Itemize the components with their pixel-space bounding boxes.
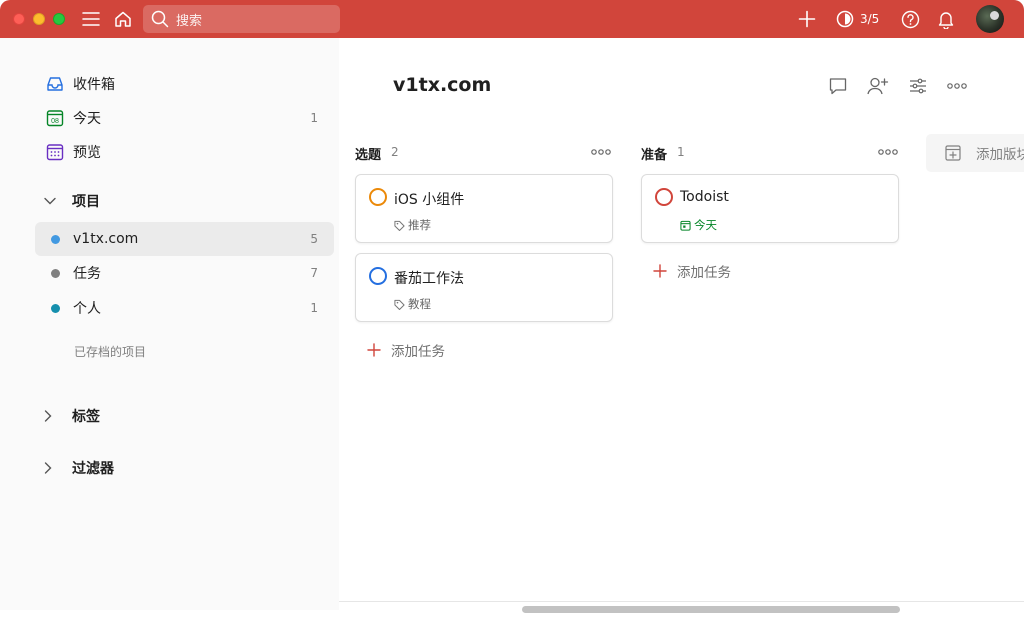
minimize-window-button[interactable] [33, 13, 45, 25]
comment-icon[interactable] [827, 75, 849, 97]
horizontal-scroll-thumb[interactable] [522, 606, 900, 613]
sidebar-item-label: 个人 [73, 301, 101, 317]
task-card[interactable]: iOS 小组件 推荐 [355, 174, 613, 243]
karma-progress[interactable]: 3/5 [836, 9, 879, 29]
sidebar-project-tasks[interactable]: 任务 7 [35, 256, 334, 290]
add-task-label: 添加任务 [391, 344, 445, 360]
filters-section-toggle[interactable]: 过滤器 [44, 456, 114, 480]
sidebar-item-count: 1 [310, 111, 318, 125]
sidebar-item-upcoming[interactable]: 预览 [35, 135, 334, 169]
section-more-icon[interactable] [590, 143, 612, 161]
projects-heading: 项目 [72, 194, 100, 210]
plus-icon [367, 343, 381, 357]
sidebar-item-label: v1tx.com [73, 231, 139, 247]
karma-text: 3/5 [860, 12, 880, 26]
task-checkbox[interactable] [369, 188, 387, 206]
search-icon [150, 9, 170, 29]
bell-icon[interactable] [936, 9, 956, 29]
labels-heading: 标签 [72, 409, 100, 425]
calendar-icon [680, 220, 691, 231]
task-label-text: 推荐 [408, 218, 431, 232]
plus-icon [653, 264, 667, 278]
sidebar-item-label: 任务 [73, 266, 101, 282]
task-name: Todoist [680, 189, 729, 205]
task-name: iOS 小组件 [394, 192, 465, 208]
add-section-label: 添加版块 [976, 147, 1024, 163]
task-name: 番茄工作法 [394, 271, 464, 287]
sidebar-bottom-strip [0, 610, 339, 617]
page-title: v1tx.com [393, 74, 492, 96]
sidebar-item-count: 5 [310, 232, 318, 246]
tag-icon [394, 220, 405, 231]
sidebar-item-count: 7 [310, 266, 318, 280]
sidebar-item-today[interactable]: 08 今天 1 [35, 101, 334, 135]
menu-icon[interactable] [81, 9, 101, 29]
sidebar-project-v1tx[interactable]: v1tx.com 5 [35, 222, 334, 256]
labels-section-toggle[interactable]: 标签 [44, 404, 100, 428]
add-task-button[interactable]: 添加任务 [653, 260, 731, 282]
search-bar[interactable]: 搜索 [143, 5, 340, 33]
sidebar-item-inbox[interactable]: 收件箱 [35, 67, 334, 101]
task-checkbox[interactable] [655, 188, 673, 206]
add-task-button[interactable]: 添加任务 [367, 339, 445, 361]
project-color-dot [50, 234, 60, 244]
task-label-text: 教程 [408, 297, 431, 311]
section-more-icon[interactable] [877, 143, 899, 161]
title-bar: 搜索 3/5 [0, 0, 1024, 38]
task-due-date[interactable]: 今天 [680, 217, 717, 233]
section-count: 2 [391, 145, 399, 159]
sidebar-item-label: 今天 [73, 111, 101, 127]
task-label[interactable]: 教程 [394, 296, 431, 312]
section-count: 1 [677, 145, 685, 159]
home-icon[interactable] [113, 9, 133, 29]
project-color-dot [50, 303, 60, 313]
sidebar: 收件箱 08 今天 1 预览 项目 v1tx.com 5 任务 7 个人 1 已… [0, 38, 339, 610]
help-icon[interactable] [900, 9, 920, 29]
inbox-icon [43, 72, 67, 96]
sidebar-item-count: 1 [310, 301, 318, 315]
chevron-down-icon [44, 197, 62, 205]
chevron-right-icon [44, 462, 62, 474]
chevron-right-icon [44, 410, 62, 422]
task-card[interactable]: Todoist 今天 [641, 174, 899, 243]
avatar[interactable] [976, 5, 1004, 33]
add-section-button[interactable]: 添加版块 [926, 134, 1024, 172]
task-label[interactable]: 推荐 [394, 217, 431, 233]
view-settings-icon[interactable] [907, 75, 929, 97]
zoom-window-button[interactable] [53, 13, 65, 25]
sidebar-item-label: 预览 [73, 145, 101, 161]
sidebar-project-personal[interactable]: 个人 1 [35, 291, 334, 325]
task-due-text: 今天 [694, 218, 717, 232]
filters-heading: 过滤器 [72, 461, 114, 477]
section-title: 选题 [355, 148, 382, 163]
project-color-dot [50, 268, 60, 278]
more-icon[interactable] [946, 75, 968, 97]
add-icon[interactable] [797, 9, 817, 29]
section-title: 准备 [641, 148, 668, 163]
search-input[interactable]: 搜索 [176, 10, 202, 29]
karma-icon [836, 10, 854, 28]
task-card[interactable]: 番茄工作法 教程 [355, 253, 613, 322]
share-user-icon[interactable] [867, 75, 889, 97]
close-window-button[interactable] [13, 13, 25, 25]
calendar-today-icon: 08 [43, 106, 67, 130]
sidebar-item-label: 收件箱 [73, 77, 115, 93]
add-task-label: 添加任务 [677, 265, 731, 281]
tag-icon [394, 299, 405, 310]
task-checkbox[interactable] [369, 267, 387, 285]
archived-projects-link[interactable]: 已存档的项目 [74, 343, 146, 360]
svg-text:08: 08 [51, 118, 59, 125]
add-section-icon [944, 144, 962, 162]
projects-section-toggle[interactable]: 项目 [44, 189, 100, 213]
calendar-upcoming-icon [43, 140, 67, 164]
